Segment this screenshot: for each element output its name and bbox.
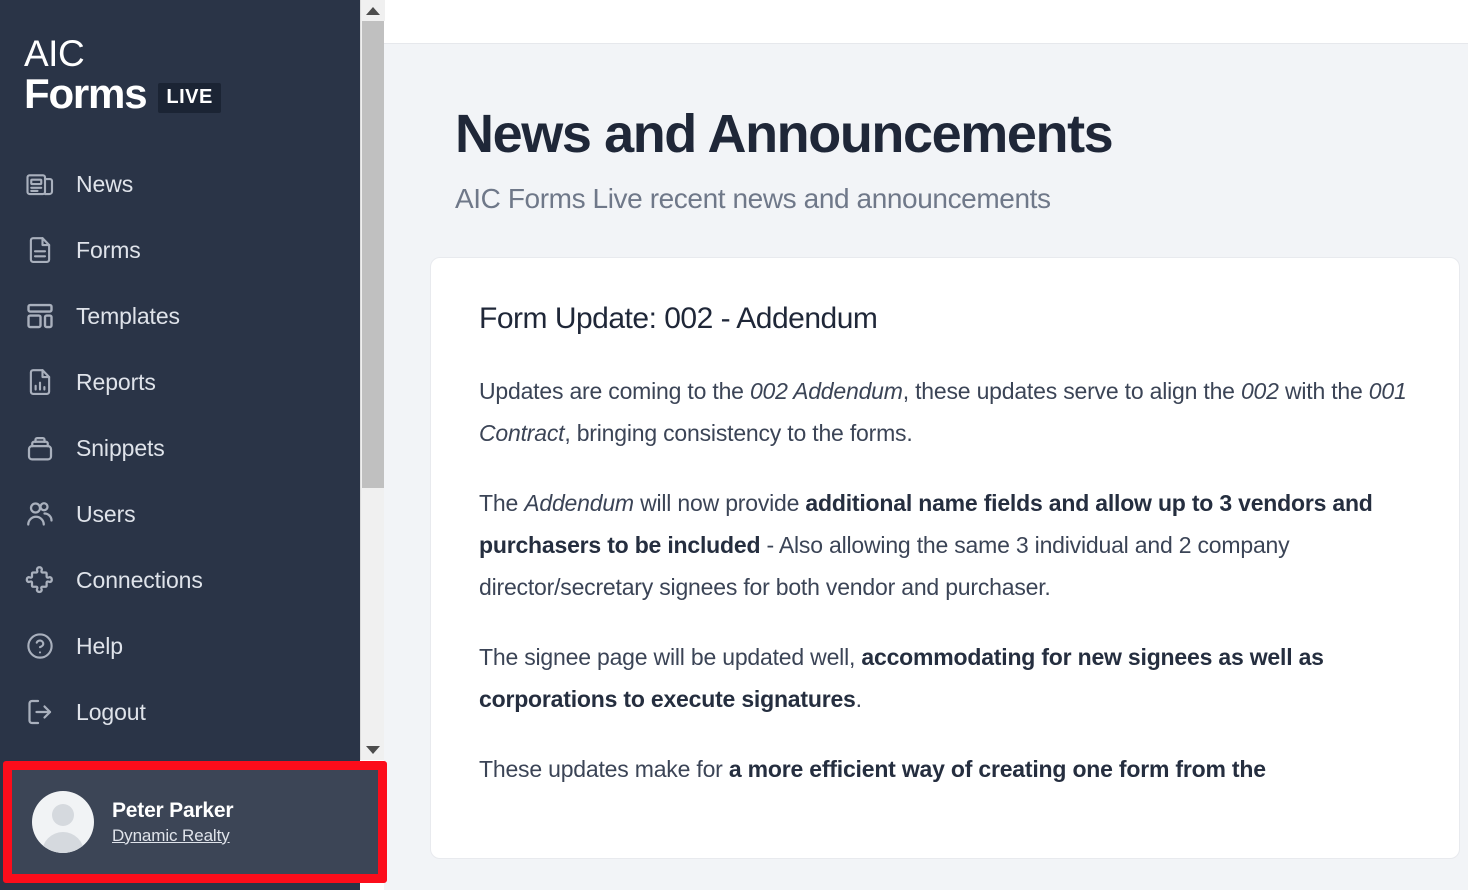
top-bar	[384, 0, 1468, 44]
announcement-title: Form Update: 002 - Addendum	[479, 301, 878, 335]
triangle-down-icon	[366, 745, 380, 754]
sidebar-item-label: Snippets	[76, 434, 165, 461]
user-profile-highlight: Peter Parker Dynamic Realty	[3, 761, 387, 883]
sidebar-item-label: Forms	[76, 236, 141, 263]
sidebar-item-label: News	[76, 170, 134, 197]
sidebar-item-label: Reports	[76, 368, 156, 395]
document-icon	[24, 234, 56, 266]
avatar-body	[42, 832, 84, 853]
sidebar-item-label: Logout	[76, 698, 146, 725]
avatar	[32, 791, 94, 853]
announcement-paragraph: The signee page will be updated well, ac…	[479, 643, 1324, 712]
sidebar-item-users[interactable]: Users	[0, 481, 360, 547]
triangle-up-icon	[366, 6, 380, 15]
brand-line-1: AIC	[24, 33, 85, 74]
layout-icon	[24, 300, 56, 332]
brand-logo: AIC Forms LIVE	[0, 0, 360, 115]
page-title: News and Announcements	[455, 104, 1114, 164]
scroll-down-arrow[interactable]	[361, 739, 385, 760]
sidebar-item-reports[interactable]: Reports	[0, 349, 360, 415]
newspaper-icon	[24, 168, 56, 200]
announcement-card: Form Update: 002 - Addendum Updates are …	[430, 256, 1460, 859]
stack-box-icon	[24, 432, 56, 464]
page-subtitle: AIC Forms Live recent news and announcem…	[455, 182, 1051, 214]
sidebar-item-label: Templates	[76, 302, 180, 329]
logout-icon	[24, 696, 56, 728]
brand-live-badge: LIVE	[158, 83, 221, 114]
sidebar-item-label: Connections	[76, 566, 203, 593]
sidebar-item-help[interactable]: Help	[0, 613, 360, 679]
main-content: News and Announcements AIC Forms Live re…	[384, 44, 1468, 890]
users-icon	[24, 498, 56, 530]
sidebar-scrollbar[interactable]	[360, 0, 385, 760]
scroll-up-arrow[interactable]	[361, 0, 385, 21]
sidebar-item-news[interactable]: News	[0, 151, 360, 217]
sidebar-item-connections[interactable]: Connections	[0, 547, 360, 613]
sidebar-item-label: Users	[76, 500, 136, 527]
question-circle-icon	[24, 630, 56, 662]
sidebar-item-snippets[interactable]: Snippets	[0, 415, 360, 481]
sidebar-item-templates[interactable]: Templates	[0, 283, 360, 349]
user-meta: Peter Parker Dynamic Realty	[112, 798, 234, 846]
announcement-body: Updates are coming to the 002 Addendum, …	[479, 370, 1411, 790]
sidebar-item-label: Help	[76, 632, 123, 659]
announcement-paragraph: The Addendum will now provide additional…	[479, 489, 1373, 600]
puzzle-icon	[24, 564, 56, 596]
brand-line-2: Forms	[24, 70, 148, 118]
sidebar-item-logout[interactable]: Logout	[0, 679, 360, 745]
page-header: News and Announcements AIC Forms Live re…	[384, 44, 1468, 215]
user-name: Peter Parker	[112, 798, 234, 822]
avatar-head	[52, 804, 74, 826]
sidebar-item-forms[interactable]: Forms	[0, 217, 360, 283]
sidebar: AIC Forms LIVE News Forms Templates Repo…	[0, 0, 360, 890]
user-organisation-link[interactable]: Dynamic Realty	[112, 826, 233, 846]
app-root: AIC Forms LIVE News Forms Templates Repo…	[0, 0, 1468, 890]
user-profile[interactable]: Peter Parker Dynamic Realty	[12, 770, 378, 874]
announcement-paragraph: Updates are coming to the 002 Addendum, …	[479, 377, 1407, 446]
report-chart-icon	[24, 366, 56, 398]
announcement-paragraph: These updates make for a more efficient …	[479, 755, 1266, 782]
scrollbar-thumb[interactable]	[362, 21, 384, 488]
